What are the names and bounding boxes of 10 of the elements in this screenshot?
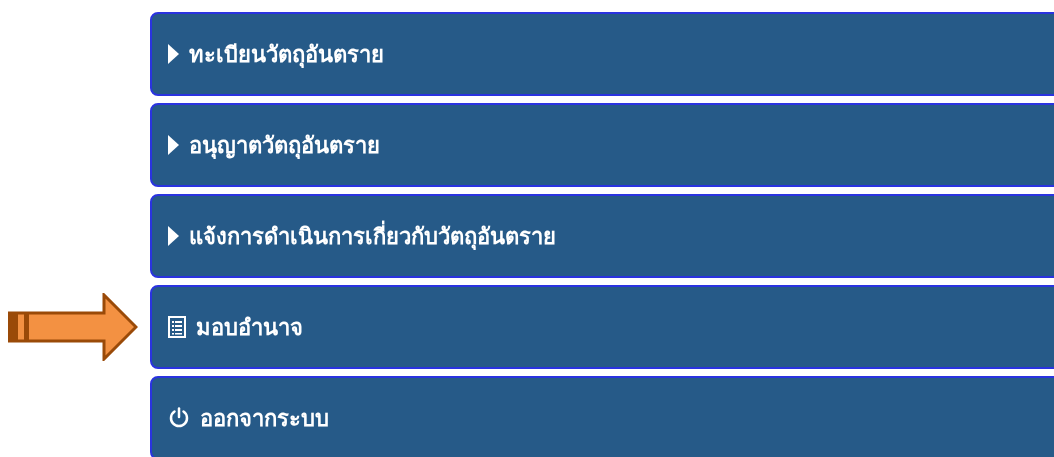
caret-right-icon: [168, 44, 179, 64]
power-icon: [168, 407, 190, 429]
menu-item[interactable]: ทะเบียนวัตถุอันตราย: [150, 12, 1054, 96]
list-icon: [168, 316, 186, 338]
menu-item[interactable]: มอบอำนาจ: [150, 285, 1054, 369]
menu-item[interactable]: ออกจากระบบ: [150, 376, 1054, 457]
caret-right-icon: [168, 226, 179, 246]
menu-item[interactable]: อนุญาตวัตถุอันตราย: [150, 103, 1054, 187]
menu-item[interactable]: แจ้งการดำเนินการเกี่ยวกับวัตถุอันตราย: [150, 194, 1054, 278]
caret-right-icon: [168, 135, 179, 155]
